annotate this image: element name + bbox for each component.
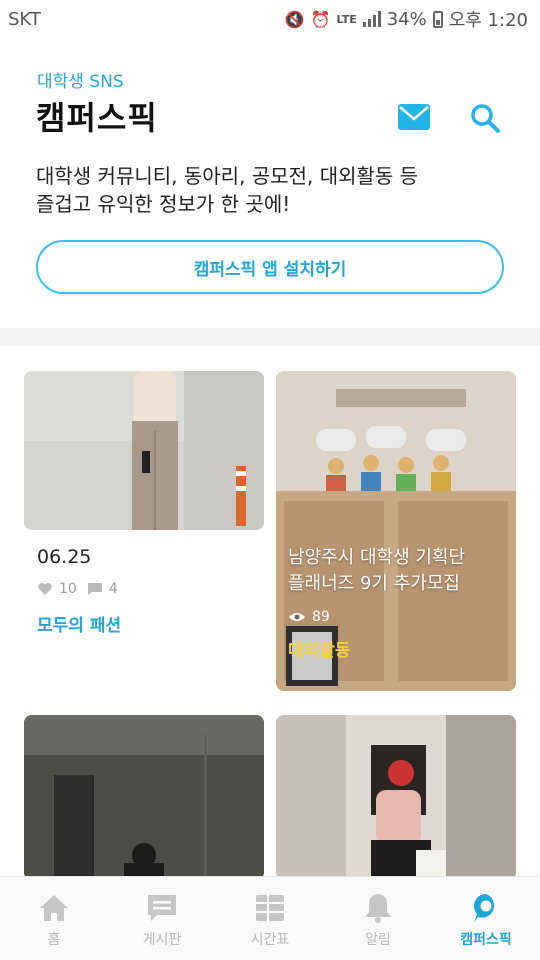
post-photo [24,371,264,530]
heart-icon [38,583,52,595]
view-count: 89 [312,609,330,625]
description-line: 대학생 커뮤니티, 동아리, 공모전, 대외활동 등 [36,164,419,188]
nav-label: 홈 [47,932,61,948]
header-description: 대학생 커뮤니티, 동아리, 공모전, 대외활동 등 즐겁고 유익한 정보가 한… [36,162,506,218]
battery-percent: 34% [386,8,427,30]
post-category[interactable]: 모두의 패션 [37,611,121,636]
post-card-photo[interactable] [276,715,516,880]
campuspick-icon [473,893,495,922]
nav-label: 캠퍼스픽 [460,932,512,948]
home-icon [40,895,68,921]
description-line: 즐겁고 유익한 정보가 한 곳에! [36,192,291,216]
post-stats: 10 4 [37,581,118,597]
mute-icon: 🔇 [284,9,305,29]
comment-icon [87,583,102,595]
nav-notifications[interactable]: 알림 [324,877,432,960]
app-header: 대학생 SNS 캠퍼스픽 대학생 커뮤니티, 동아리, 공모전, 대외활동 등 … [0,38,540,328]
bell-icon [365,894,391,923]
mail-icon[interactable] [398,104,430,130]
section-divider [0,328,540,346]
nav-label: 게시판 [142,932,182,948]
post-photo [24,715,264,880]
board-icon [148,895,176,921]
battery-icon [432,10,443,28]
comment-count: 4 [108,581,118,597]
search-icon[interactable] [469,102,501,134]
post-category[interactable]: 대외활동 [288,636,351,661]
alarm-icon: ⏰ [310,9,331,29]
bottom-navigation: 홈 게시판 시간표 알림 캠퍼스픽 [0,876,540,960]
post-date: 06.25 [37,546,92,568]
nav-label: 알림 [365,932,391,948]
install-app-button[interactable]: 캠퍼스픽 앱 설치하기 [36,240,504,294]
post-title-line: 남양주시 대학생 기획단 [288,547,466,568]
nav-timetable[interactable]: 시간표 [216,877,324,960]
post-photo [276,715,516,880]
post-card-planners[interactable]: 남양주시 대학생 기획단 플래너즈 9기 추가모집 89 대외활동 [276,371,516,691]
like-count: 10 [59,581,77,597]
post-views: 89 [288,609,330,625]
eye-icon [289,613,305,621]
clock: 오후 1:20 [448,10,528,31]
nav-label: 시간표 [250,932,290,948]
nav-home[interactable]: 홈 [0,877,108,960]
page-title: 캠퍼스픽 [36,99,158,137]
post-title: 남양주시 대학생 기획단 플래너즈 9기 추가모집 [288,545,508,597]
carrier-label: SKT [8,8,41,30]
status-bar: SKT 🔇 ⏰ LTE 34% 오후 1:20 [0,0,540,38]
post-card-photo[interactable] [24,715,264,880]
timetable-icon [256,895,284,921]
nav-board[interactable]: 게시판 [108,877,216,960]
network-label: LTE [336,12,357,26]
status-indicators: 🔇 ⏰ LTE 34% 오후 1:20 [285,6,528,32]
header-subtitle: 대학생 SNS [37,72,124,92]
signal-icon [362,11,381,27]
post-card-fashion[interactable] [24,371,264,530]
nav-campuspick[interactable]: 캠퍼스픽 [432,877,540,960]
post-title-line: 플래너즈 9기 추가모집 [288,573,460,594]
